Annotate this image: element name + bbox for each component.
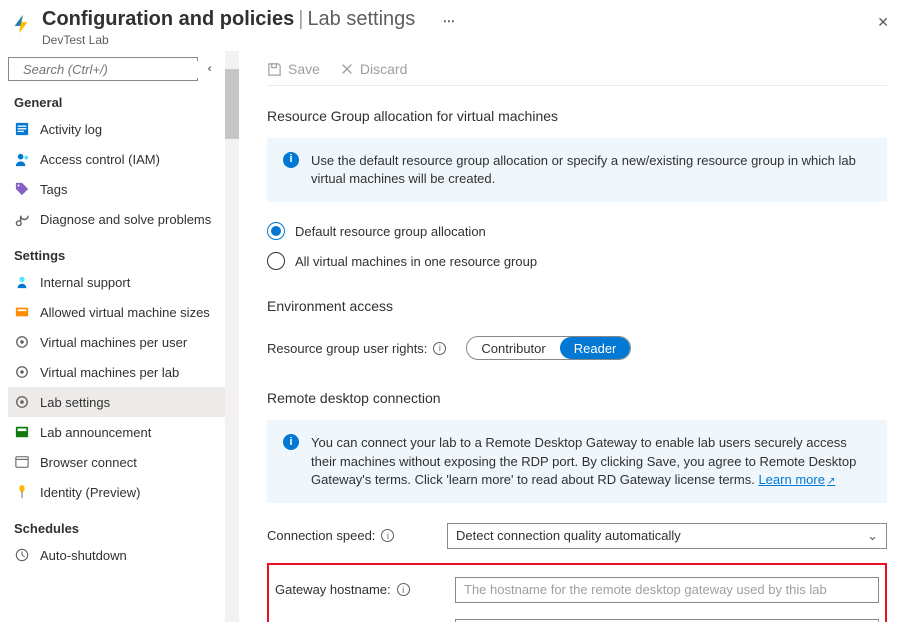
sidebar-item-vms-per-lab[interactable]: Virtual machines per lab: [8, 357, 225, 387]
sidebar-item-auto-shutdown[interactable]: Auto-shutdown: [8, 540, 225, 570]
learn-more-link[interactable]: Learn more↗: [758, 472, 835, 487]
rg-section-title: Resource Group allocation for virtual ma…: [267, 108, 887, 124]
page-header: Configuration and policies|Lab settings …: [0, 0, 905, 51]
sidebar-item-activity-log[interactable]: Activity log: [8, 114, 225, 144]
clock-icon: [14, 547, 30, 563]
sidebar-item-allowed-sizes[interactable]: Allowed virtual machine sizes: [8, 297, 225, 327]
env-rights-label: Resource group user rights: i: [267, 341, 446, 356]
info-icon: i: [283, 152, 299, 168]
toggle-contributor[interactable]: Contributor: [467, 337, 559, 359]
sidebar-item-vms-per-user[interactable]: Virtual machines per user: [8, 327, 225, 357]
radio-default-rg[interactable]: Default resource group allocation: [267, 216, 887, 246]
identity-icon: [14, 484, 30, 500]
info-circle-icon[interactable]: i: [397, 583, 410, 596]
sidebar-scrollbar[interactable]: [225, 51, 239, 622]
save-icon: [267, 62, 282, 77]
rights-toggle[interactable]: Contributor Reader: [466, 336, 631, 360]
search-input[interactable]: [8, 57, 198, 81]
sidebar-item-lab-announcement[interactable]: Lab announcement: [8, 417, 225, 447]
sidebar-item-identity[interactable]: Identity (Preview): [8, 477, 225, 507]
rdc-info-box: i You can connect your lab to a Remote D…: [267, 420, 887, 503]
sidebar-item-internal-support[interactable]: Internal support: [8, 267, 225, 297]
section-settings: Settings: [8, 234, 225, 267]
scrollbar-thumb[interactable]: [225, 69, 239, 139]
gateway-highlight: Gateway hostname: i Gateway token secret…: [267, 563, 887, 622]
discard-button[interactable]: Discard: [340, 61, 407, 77]
activity-log-icon: [14, 121, 30, 137]
page-title: Configuration and policies|Lab settings …: [42, 8, 877, 31]
radio-selected-icon: [267, 222, 285, 240]
close-icon[interactable]: ✕: [877, 14, 889, 31]
sidebar-item-lab-settings[interactable]: Lab settings: [8, 387, 225, 417]
more-menu[interactable]: ⋯: [443, 14, 457, 28]
chevron-down-icon: ⌄: [867, 528, 878, 544]
external-link-icon: ↗: [827, 476, 835, 487]
sidebar-item-browser-connect[interactable]: Browser connect: [8, 447, 225, 477]
diagnose-icon: [14, 211, 30, 227]
rg-info-box: i Use the default resource group allocat…: [267, 138, 887, 202]
browser-icon: [14, 454, 30, 470]
sidebar: ‹‹ General Activity log Access control (…: [0, 51, 225, 622]
sidebar-item-diagnose[interactable]: Diagnose and solve problems: [8, 204, 225, 234]
rdc-section-title: Remote desktop connection: [267, 390, 887, 406]
toolbar: Save Discard: [267, 51, 887, 86]
main-content: Save Discard Resource Group allocation f…: [239, 51, 905, 622]
sidebar-item-tags[interactable]: Tags: [8, 174, 225, 204]
gear-icon: [14, 364, 30, 380]
sizes-icon: [14, 304, 30, 320]
info-circle-icon[interactable]: i: [381, 529, 394, 542]
env-section-title: Environment access: [267, 298, 887, 314]
section-general: General: [8, 81, 225, 114]
section-schedules: Schedules: [8, 507, 225, 540]
info-circle-icon[interactable]: i: [433, 342, 446, 355]
toggle-reader[interactable]: Reader: [560, 337, 631, 359]
breadcrumb: DevTest Lab: [42, 33, 877, 47]
save-button[interactable]: Save: [267, 61, 320, 77]
conn-speed-label: Connection speed: i: [267, 528, 437, 543]
tags-icon: [14, 181, 30, 197]
gw-host-label: Gateway hostname: i: [275, 582, 445, 597]
radio-all-one-rg[interactable]: All virtual machines in one resource gro…: [267, 246, 887, 276]
conn-speed-select[interactable]: Detect connection quality automatically …: [447, 523, 887, 549]
gear-icon: [14, 334, 30, 350]
radio-unselected-icon: [267, 252, 285, 270]
sidebar-item-access-control[interactable]: Access control (IAM): [8, 144, 225, 174]
announcement-icon: [14, 424, 30, 440]
info-icon: i: [283, 434, 299, 450]
gateway-hostname-input[interactable]: [455, 577, 879, 603]
gear-icon: [14, 394, 30, 410]
resource-icon: [10, 12, 34, 36]
support-icon: [14, 274, 30, 290]
gateway-token-secret-input[interactable]: [455, 619, 879, 622]
access-control-icon: [14, 151, 30, 167]
discard-icon: [340, 62, 354, 76]
